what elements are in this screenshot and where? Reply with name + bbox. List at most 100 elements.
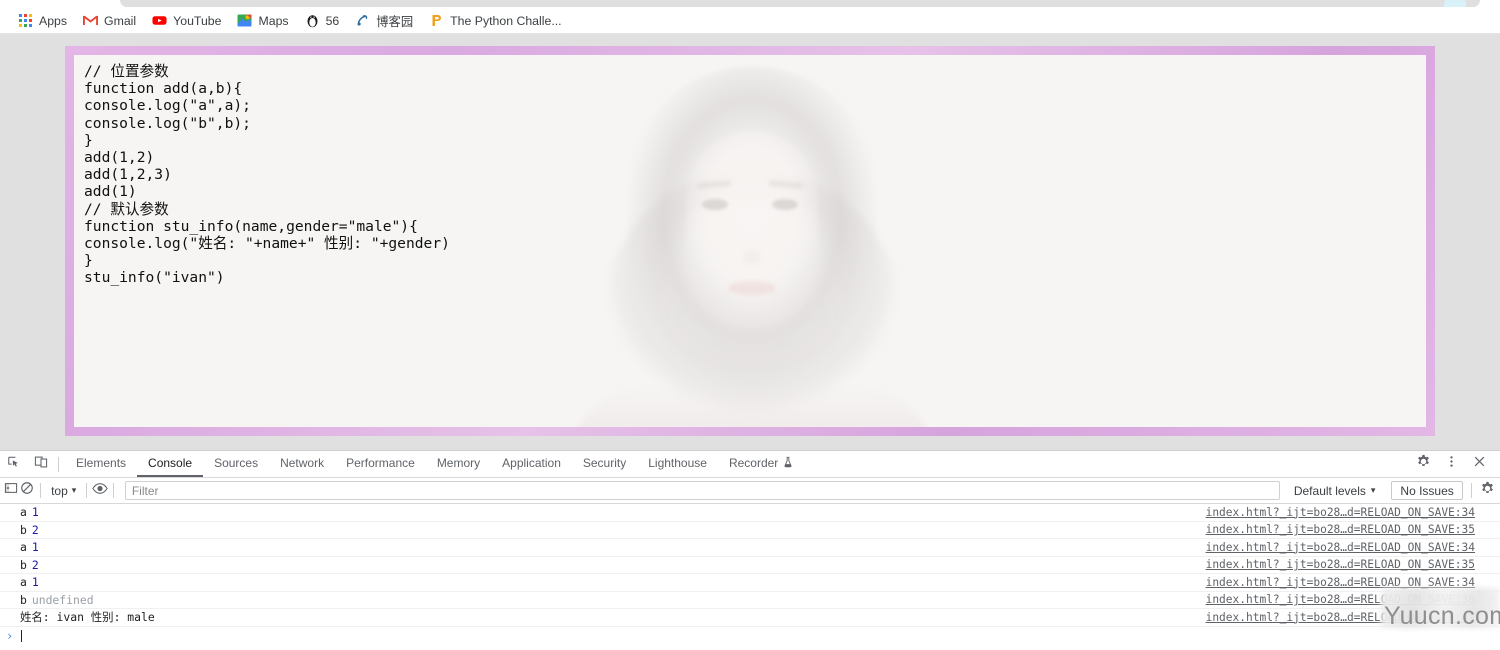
background-portrait-image: [540, 55, 960, 427]
gear-icon: [1480, 481, 1495, 501]
console-source-link[interactable]: index.html?_ijt=bo28…d=RELOAD_ON_SAVE:35: [1206, 523, 1475, 536]
tab-performance[interactable]: Performance: [335, 451, 426, 477]
tab-label: Network: [280, 456, 325, 470]
console-message-value: 2: [31, 557, 39, 572]
execution-context-select[interactable]: top ▾: [46, 481, 81, 501]
bookmark-56[interactable]: 56: [297, 10, 348, 32]
console-source-link[interactable]: index.html?_ijt=bo28…d=RELOAD_ON_SAVE:35: [1206, 558, 1475, 571]
bookmark-label: 56: [325, 13, 340, 28]
bookmark-apps[interactable]: Apps: [10, 10, 75, 32]
console-message-value: 1: [31, 540, 39, 555]
console-row[interactable]: b 2 index.html?_ijt=bo28…d=RELOAD_ON_SAV…: [0, 557, 1500, 574]
bookmark-label: 博客园: [376, 14, 414, 29]
tab-sources[interactable]: Sources: [203, 451, 269, 477]
console-message-label: 姓名: ivan 性别: male: [20, 610, 155, 625]
bookmark-label: The Python Challe...: [450, 13, 562, 28]
tab-label: Recorder: [728, 456, 779, 470]
console-message-label: b: [20, 592, 27, 607]
toolbar-divider: [1470, 483, 1472, 498]
console-source-link[interactable]: index.html?_ijt=bo28…d=RELOAD_ON_SAVE:34: [1206, 541, 1475, 554]
console-row[interactable]: a 1 index.html?_ijt=bo28…d=RELOAD_ON_SAV…: [0, 574, 1500, 592]
devtools-more-button[interactable]: [1438, 454, 1465, 474]
bookmark-label: Gmail: [104, 13, 137, 28]
tabbar-divider: [58, 456, 59, 472]
tab-recorder[interactable]: Recorder: [718, 451, 804, 477]
cnblogs-icon: [355, 13, 370, 28]
clear-console-button[interactable]: [19, 480, 35, 502]
prompt-text-caret[interactable]: [21, 629, 23, 642]
experiment-flask-icon: [783, 456, 793, 471]
console-filter-input[interactable]: [124, 481, 1280, 500]
omnibox-strip[interactable]: [120, 0, 1480, 7]
inspect-element-button[interactable]: [0, 451, 27, 477]
console-sidebar-toggle[interactable]: [3, 480, 19, 502]
tab-label: Lighthouse: [648, 456, 707, 470]
toolbar-divider: [113, 483, 114, 498]
bookmark-python-challenge[interactable]: The Python Challe...: [421, 10, 569, 32]
tab-network[interactable]: Network: [269, 451, 335, 477]
device-toolbar-icon: [34, 455, 48, 474]
console-message-list[interactable]: a 1 index.html?_ijt=bo28…d=RELOAD_ON_SAV…: [0, 504, 1500, 650]
console-message-label: a: [20, 540, 27, 555]
console-source-link[interactable]: index.html?_ijt=bo28…d=RELOAD_ON_SAVE:34: [1206, 576, 1475, 589]
page-source-code: // 位置参数 function add(a,b){ console.log("…: [84, 63, 450, 287]
tab-lighthouse[interactable]: Lighthouse: [637, 451, 718, 477]
console-source-link[interactable]: index.html?_ijt=bo28…d=RELOAD_ON_SAVE:34: [1206, 506, 1475, 519]
issues-button[interactable]: No Issues: [1391, 481, 1463, 500]
gmail-icon: [83, 13, 99, 28]
console-source-link[interactable]: index.html?_ijt=bo28…d=RELOAD_ON_SAVE:36: [1206, 593, 1475, 606]
tab-label: Application: [502, 456, 561, 470]
prompt-chevron-icon: ›: [6, 628, 14, 643]
console-row[interactable]: a 1 index.html?_ijt=bo28…d=RELOAD_ON_SAV…: [0, 539, 1500, 557]
console-settings-button[interactable]: [1479, 480, 1495, 502]
toolbar-divider: [40, 483, 42, 498]
python-challenge-icon: [429, 13, 444, 28]
tab-label: Security: [582, 456, 627, 470]
tab-console[interactable]: Console: [137, 451, 204, 477]
console-source-link[interactable]: index.html?_ijt=bo28…d=RELOAD_ON_SAVE:41: [1206, 611, 1475, 624]
penguin-icon: [305, 13, 320, 28]
tab-label: Sources: [214, 456, 259, 470]
bookmark-label: Apps: [39, 13, 68, 28]
tab-label: Memory: [436, 456, 481, 470]
toolbar-divider: [86, 483, 87, 498]
console-message-label: a: [20, 505, 27, 520]
bookmark-maps[interactable]: Maps: [229, 10, 296, 32]
inspect-element-icon: [7, 455, 21, 474]
live-expression-eye-icon: [92, 482, 108, 500]
console-row[interactable]: 姓名: ivan 性别: male index.html?_ijt=bo28…d…: [0, 609, 1500, 627]
console-row[interactable]: b undefined index.html?_ijt=bo28…d=RELOA…: [0, 592, 1500, 609]
log-level-select[interactable]: Default levels ▾: [1288, 481, 1382, 501]
youtube-icon: [152, 13, 167, 28]
maps-icon: [237, 13, 252, 28]
bookmark-gmail[interactable]: Gmail: [75, 10, 144, 32]
tab-security[interactable]: Security: [572, 451, 637, 477]
console-prompt[interactable]: ›: [0, 627, 1500, 645]
devtools-close-button[interactable]: [1466, 454, 1493, 474]
close-icon: [1472, 454, 1487, 474]
viewport-bottom-fill: [0, 438, 1500, 450]
clear-console-icon: [20, 481, 34, 500]
devtools-panel: Elements Console Sources Network Perform…: [0, 450, 1500, 650]
console-message-label: b: [20, 557, 27, 572]
console-toolbar: top ▾ Default levels ▾ No Issues: [0, 478, 1500, 504]
bookmark-youtube[interactable]: YouTube: [144, 10, 229, 32]
page-content-card: // 位置参数 function add(a,b){ console.log("…: [74, 55, 1426, 427]
console-message-value: undefined: [31, 592, 94, 607]
selection-highlight-frame: // 位置参数 function add(a,b){ console.log("…: [65, 46, 1435, 436]
device-toolbar-button[interactable]: [27, 451, 54, 477]
tab-memory[interactable]: Memory: [426, 451, 491, 477]
devtools-tabbar: Elements Console Sources Network Perform…: [0, 451, 1500, 478]
chevron-down-icon: ▾: [71, 485, 77, 495]
bookmarks-bar: Apps Gmail YouTube Maps 56 博客园 The Pytho…: [0, 7, 1500, 34]
tab-elements[interactable]: Elements: [65, 451, 137, 477]
console-row[interactable]: b 2 index.html?_ijt=bo28…d=RELOAD_ON_SAV…: [0, 522, 1500, 539]
live-expression-button[interactable]: [92, 480, 108, 502]
bookmark-cnblogs[interactable]: 博客园: [347, 10, 421, 32]
devtools-settings-button[interactable]: [1410, 454, 1437, 474]
tab-application[interactable]: Application: [491, 451, 572, 477]
bookmark-label: YouTube: [173, 13, 222, 28]
console-row[interactable]: a 1 index.html?_ijt=bo28…d=RELOAD_ON_SAV…: [0, 504, 1500, 522]
chevron-down-icon: ▾: [1370, 485, 1376, 495]
more-vertical-icon: [1444, 454, 1459, 474]
